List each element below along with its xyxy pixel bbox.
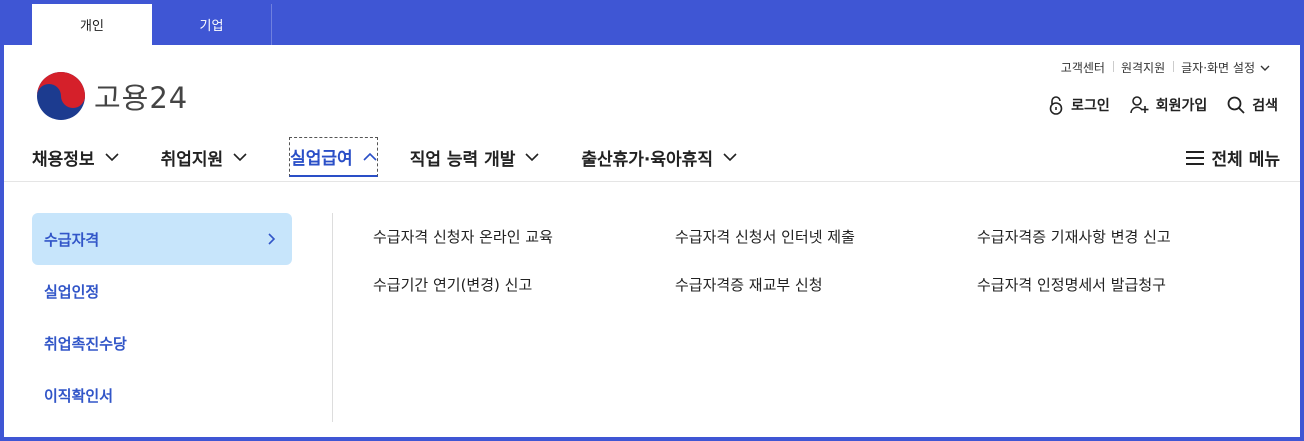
nav-item-vocational-training[interactable]: 직업 능력 개발 (410, 137, 540, 177)
search-button[interactable]: 검색 (1227, 95, 1278, 115)
sidebar-item-label: 취업촉진수당 (44, 334, 127, 353)
nav-item-label: 채용정보 (32, 149, 95, 170)
nav-item-unemployment-benefits[interactable]: 실업급여 (289, 137, 378, 177)
search-label: 검색 (1252, 98, 1278, 114)
lock-icon (1049, 95, 1063, 115)
display-settings-button[interactable]: 글자·화면 설정 (1173, 59, 1278, 76)
sidebar-item-reemployment-allowance[interactable]: 취업촉진수당 (32, 317, 292, 369)
chevron-down-icon (525, 152, 539, 161)
nav-divider (4, 181, 1300, 182)
search-icon (1227, 96, 1245, 114)
login-label: 로그인 (1071, 98, 1110, 114)
taegeuk-logo-icon (37, 72, 85, 120)
submenu-sidebar: 수급자격 실업인정 취업촉진수당 이직확인서 (32, 213, 292, 421)
tab-business[interactable]: 기업 (152, 4, 272, 45)
submenu-link[interactable]: 수급자격증 재교부 신청 (675, 273, 977, 297)
utility-links: 고객센터 원격지원 글자·화면 설정 (1053, 59, 1278, 76)
chevron-up-icon (363, 152, 377, 161)
submenu-link[interactable]: 수급자격 신청자 온라인 교육 (373, 225, 675, 249)
nav-item-label: 직업 능력 개발 (409, 149, 516, 170)
nav-item-parental-leave[interactable]: 출산휴가·육아휴직 (581, 137, 737, 177)
sidebar-item-label: 수급자격 (44, 230, 100, 249)
nav-item-employment-support[interactable]: 취업지원 (161, 137, 248, 177)
sidebar-item-unemployment-recognition[interactable]: 실업인정 (32, 265, 292, 317)
chevron-right-icon (268, 233, 276, 245)
logo-text: 고용24 (94, 81, 189, 115)
logo[interactable]: 고용24 (36, 71, 188, 121)
submenu-link[interactable]: 수급자격증 기재사항 변경 신고 (977, 225, 1297, 249)
sidebar-item-eligibility[interactable]: 수급자격 (32, 213, 292, 265)
hamburger-menu-icon (1185, 150, 1204, 165)
submenu-link[interactable]: 수급자격 신청서 인터넷 제출 (675, 225, 977, 249)
signup-label: 회원가입 (1155, 98, 1208, 114)
chevron-down-icon (1260, 65, 1270, 71)
chevron-down-icon (233, 152, 247, 161)
nav-item-label: 출산휴가·육아휴직 (581, 149, 713, 170)
login-button[interactable]: 로그인 (1048, 95, 1110, 115)
chevron-down-icon (723, 152, 737, 161)
signup-button[interactable]: 회원가입 (1129, 95, 1208, 115)
sidebar-item-label: 실업인정 (44, 282, 100, 301)
remote-support-link[interactable]: 원격지원 (1112, 59, 1173, 76)
page-frame: 개인 기업 고객센터 원격지원 글자·화면 설정 고용24 로그인 회원가입 검… (4, 4, 1300, 437)
tab-personal[interactable]: 개인 (32, 4, 152, 45)
nav-item-label: 실업급여 (290, 149, 353, 169)
display-settings-label: 글자·화면 설정 (1181, 61, 1255, 75)
customer-center-link[interactable]: 고객센터 (1053, 59, 1113, 76)
nav-item-label: 취업지원 (160, 149, 224, 170)
chevron-down-icon (104, 152, 119, 161)
user-type-tabs: 개인 기업 (4, 4, 1300, 45)
all-menu-label: 전체 메뉴 (1211, 150, 1280, 170)
submenu-link[interactable]: 수급자격 인정명세서 발급청구 (977, 273, 1297, 297)
submenu-links: 수급자격 신청자 온라인 교육 수급자격 신청서 인터넷 제출 수급자격증 기재… (373, 225, 1297, 297)
sidebar-item-label: 이직확인서 (44, 386, 114, 405)
account-actions: 로그인 회원가입 검색 (1028, 95, 1278, 115)
header-panel: 고객센터 원격지원 글자·화면 설정 고용24 로그인 회원가입 검색 채용정보… (4, 45, 1300, 437)
add-user-icon (1129, 96, 1149, 114)
sidebar-item-separation-confirmation[interactable]: 이직확인서 (32, 369, 292, 421)
submenu-divider (332, 213, 333, 422)
nav-item-job-info[interactable]: 채용정보 (32, 137, 119, 177)
all-menu-button[interactable]: 전체 메뉴 (1185, 145, 1280, 170)
main-nav: 채용정보 취업지원 실업급여 직업 능력 개발 출산휴가·육아휴직 전체 메뉴 (32, 133, 1280, 181)
submenu-link[interactable]: 수급기간 연기(변경) 신고 (373, 273, 675, 297)
